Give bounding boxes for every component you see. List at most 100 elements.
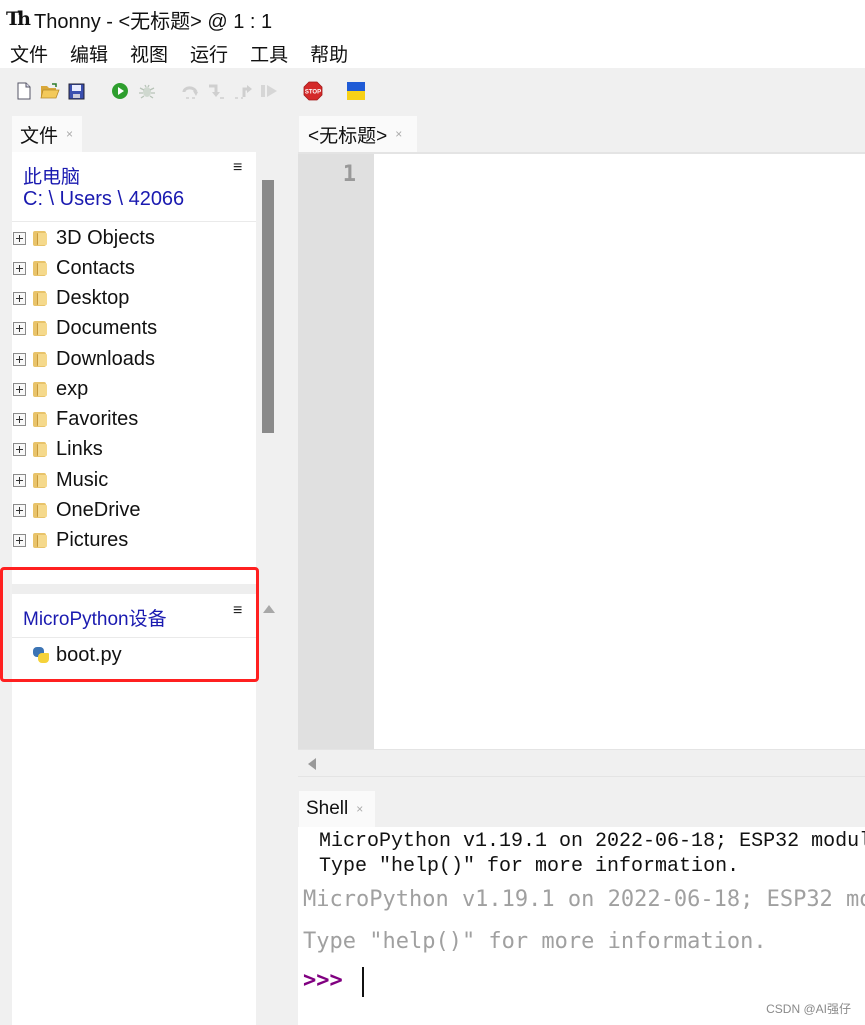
tree-item-label: Links: [56, 437, 103, 460]
folder-icon: [33, 411, 47, 427]
debug-icon: [139, 84, 155, 99]
close-icon[interactable]: ×: [395, 127, 402, 141]
tree-item[interactable]: Contacts: [12, 253, 256, 283]
shell-output-line: MicroPython v1.19.1 on 2022-06-18; ESP32…: [319, 830, 865, 853]
tree-item[interactable]: Downloads: [12, 344, 256, 374]
tab-files-label: 文件: [20, 125, 59, 147]
debug-button[interactable]: [137, 81, 157, 101]
expand-icon[interactable]: [13, 473, 26, 487]
close-icon[interactable]: ×: [356, 802, 363, 816]
run-icon: [112, 83, 128, 99]
tree-item-label: Documents: [56, 316, 158, 339]
tree-item[interactable]: Music: [12, 465, 256, 495]
location-title[interactable]: 此电脑: [23, 162, 80, 189]
title-bar: Th Thonny - <无标题> @ 1 : 1: [0, 0, 865, 38]
toolbar: STOP: [0, 68, 865, 114]
resume-icon: [261, 85, 277, 97]
tree-item[interactable]: exp: [12, 374, 256, 404]
folder-icon: [33, 532, 47, 548]
stop-icon-text: STOP: [305, 90, 321, 96]
code-editor[interactable]: 1: [298, 152, 865, 751]
thonny-logo-icon: Th: [6, 8, 31, 30]
expand-icon[interactable]: [13, 261, 26, 275]
shell-output-line: MicroPython v1.19.1 on 2022-06-18; ESP32…: [303, 887, 865, 912]
expand-icon[interactable]: [13, 352, 26, 366]
tree-item-label: Pictures: [56, 528, 129, 551]
tree-item-label: Downloads: [56, 347, 155, 370]
scroll-left-arrow-icon[interactable]: [308, 758, 316, 770]
tree-item[interactable]: Links: [12, 434, 256, 464]
menu-file[interactable]: 文件: [10, 40, 48, 67]
tree-item-label: Desktop: [56, 286, 130, 309]
expand-icon[interactable]: [13, 231, 26, 245]
tree-item-label: 3D Objects: [56, 226, 155, 249]
step-into-icon: [209, 84, 224, 99]
files-scrollbar[interactable]: [262, 180, 274, 433]
line-number: 1: [342, 162, 356, 187]
tree-item[interactable]: OneDrive: [12, 495, 256, 525]
shell-output-line: Type "help()" for more information.: [303, 929, 767, 954]
tree-item[interactable]: Desktop: [12, 283, 256, 313]
highlight-annotation: [0, 567, 259, 682]
watermark: CSDN @AI强仔: [766, 1002, 851, 1016]
step-out-button[interactable]: [233, 81, 253, 101]
expand-icon[interactable]: [13, 321, 26, 335]
window-title: Thonny - <无标题> @ 1 : 1: [34, 10, 273, 33]
tab-editor-untitled[interactable]: <无标题> ×: [299, 116, 417, 152]
run-button[interactable]: [110, 81, 130, 101]
expand-icon[interactable]: [13, 442, 26, 456]
shell-output-line: Type "help()" for more information.: [319, 855, 740, 878]
folder-icon: [33, 381, 47, 397]
shell-prompt: >>>: [303, 968, 343, 993]
step-into-button[interactable]: [206, 81, 226, 101]
folder-icon: [33, 260, 47, 276]
editor-horizontal-scrollbar[interactable]: [298, 749, 865, 777]
folder-icon: [33, 290, 47, 306]
expand-icon[interactable]: [13, 503, 26, 517]
tree-item[interactable]: Documents: [12, 313, 256, 343]
tree-item[interactable]: Pictures: [12, 525, 256, 555]
folder-icon: [33, 502, 47, 518]
ukraine-flag-icon: [347, 82, 365, 100]
close-icon[interactable]: ×: [66, 127, 73, 141]
line-number-gutter: 1: [298, 154, 374, 751]
save-button[interactable]: [66, 81, 86, 101]
tab-shell[interactable]: Shell ×: [299, 791, 375, 827]
menu-bar: 文件 编辑 视图 运行 工具 帮助: [0, 38, 865, 68]
step-over-button[interactable]: [181, 81, 201, 101]
folder-icon: [33, 472, 47, 488]
menu-help[interactable]: 帮助: [310, 40, 348, 67]
tree-item-label: exp: [56, 377, 89, 400]
stop-icon: STOP: [303, 81, 323, 101]
expand-icon[interactable]: [13, 382, 26, 396]
tab-files[interactable]: 文件 ×: [12, 116, 82, 152]
save-icon: [68, 83, 84, 99]
folder-icon: [33, 351, 47, 367]
support-ukraine-button[interactable]: [346, 81, 366, 101]
menu-run[interactable]: 运行: [190, 40, 228, 67]
menu-tools[interactable]: 工具: [250, 40, 288, 67]
expand-icon[interactable]: [13, 412, 26, 426]
scroll-up-arrow-icon[interactable]: [263, 605, 275, 613]
text-cursor: [362, 967, 364, 997]
local-files-header: 此电脑 C: \ Users \ 42066 ≡: [12, 152, 256, 222]
tree-item-label: Music: [56, 468, 109, 491]
location-path[interactable]: C: \ Users \ 42066: [23, 188, 184, 211]
hamburger-menu-icon[interactable]: ≡: [233, 159, 242, 177]
menu-view[interactable]: 视图: [130, 40, 168, 67]
tree-item[interactable]: Favorites: [12, 404, 256, 434]
folder-icon: [33, 441, 47, 457]
expand-icon[interactable]: [13, 533, 26, 547]
menu-edit[interactable]: 编辑: [70, 40, 108, 67]
new-file-button[interactable]: [14, 81, 34, 101]
shell-console[interactable]: MicroPython v1.19.1 on 2022-06-18; ESP32…: [298, 827, 865, 1025]
resume-button[interactable]: [259, 81, 279, 101]
tree-item-label: OneDrive: [56, 498, 141, 521]
stop-button[interactable]: STOP: [303, 81, 323, 101]
editor-tab-label: <无标题>: [308, 125, 388, 147]
new-file-icon: [17, 82, 31, 100]
tree-item[interactable]: 3D Objects: [12, 223, 256, 253]
open-file-button[interactable]: [40, 81, 60, 101]
folder-icon: [33, 230, 47, 246]
expand-icon[interactable]: [13, 291, 26, 305]
